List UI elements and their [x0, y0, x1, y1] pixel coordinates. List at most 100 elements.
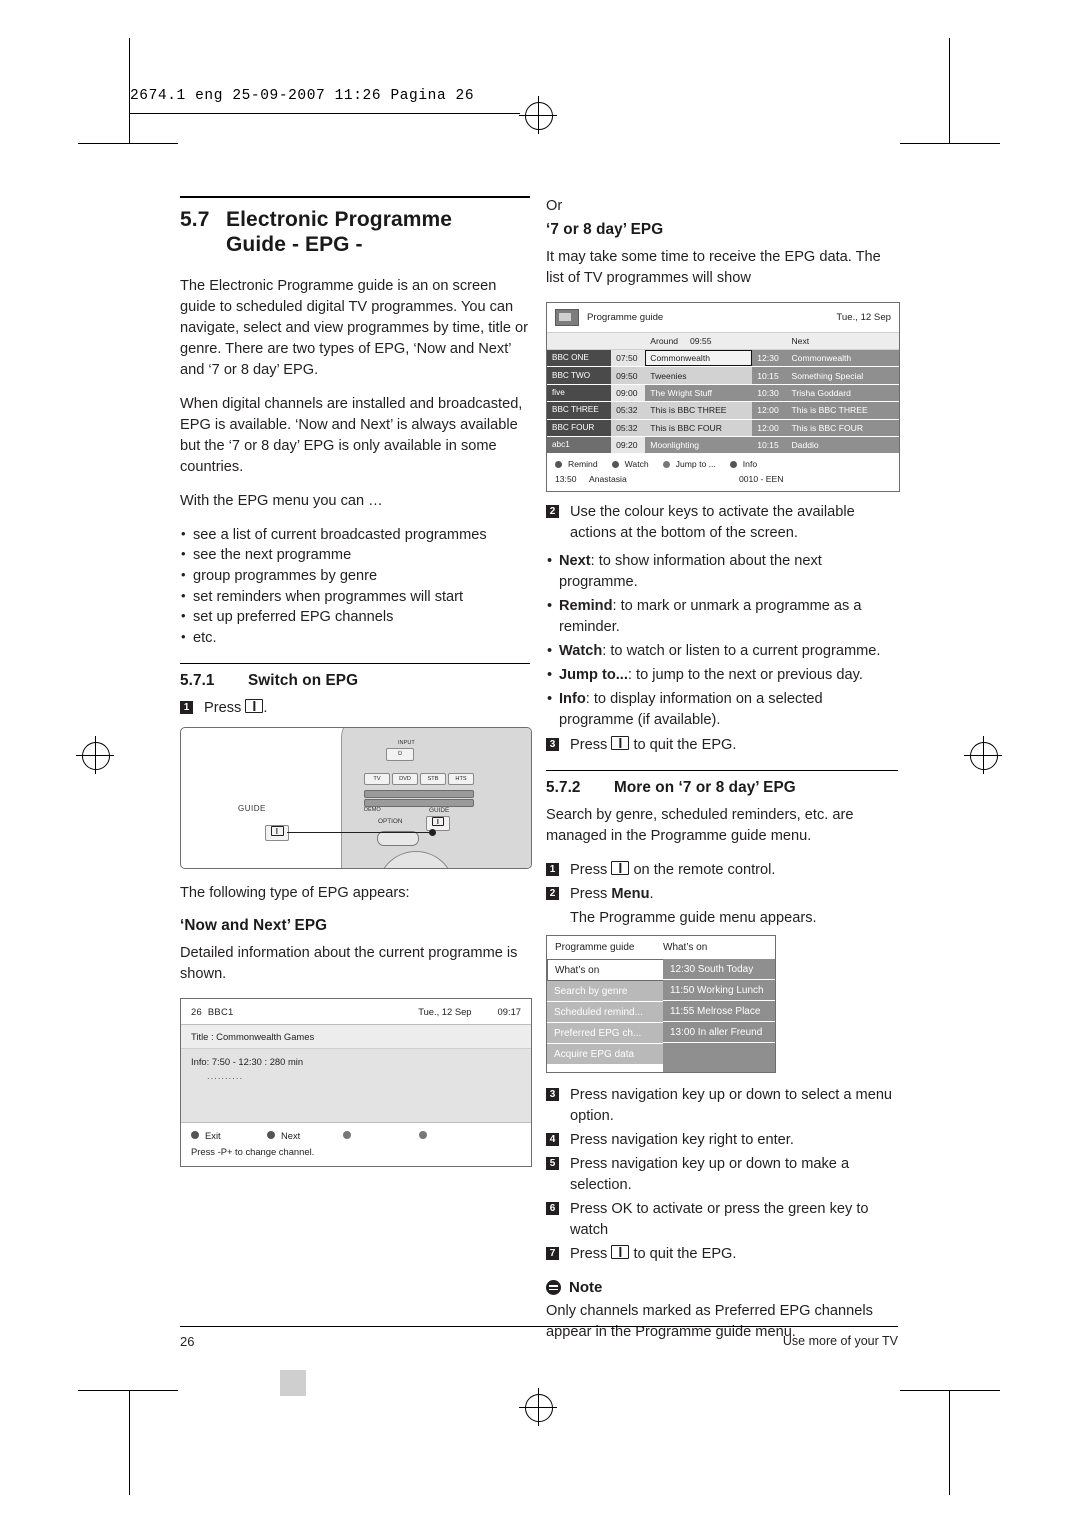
remote-toggle-pill: [377, 830, 419, 846]
colour-key-watch: Watch: to watch or listen to a current p…: [546, 641, 898, 662]
step-text: Use the colour keys to activate the avai…: [570, 504, 855, 542]
epg-key-info-label: Info: [742, 459, 758, 470]
epg-cell-next-name: This is BBC FOUR: [786, 419, 899, 436]
epg-cell-next-name: Commonwealth: [786, 350, 899, 367]
day-epg-paragraph: It may take some time to receive the EPG…: [546, 249, 881, 286]
epg-colhead-around-time: 09:55: [689, 336, 712, 346]
tv-now-channel-name: BBC1: [207, 1005, 234, 1017]
step-number: 1: [180, 700, 193, 714]
epg-cell-now-name: This is BBC FOUR: [645, 419, 753, 436]
table-row[interactable]: BBC TWO 09:50 Tweenies 10:15 Something S…: [547, 367, 899, 385]
table-row[interactable]: abc1 09:20 Moonlighting 10:15 Daddio: [547, 436, 899, 455]
epg-key-jump-to[interactable]: Jump to ...: [662, 459, 716, 470]
crop-mark-bottom-left-h: [78, 1390, 178, 1391]
intro-paragraph-1: The Electronic Programme guide is an on …: [180, 277, 528, 378]
crop-mark-bottom-left-v: [129, 1390, 130, 1495]
pg-menu-item-scheduled-reminders[interactable]: Scheduled remind...: [547, 1002, 663, 1024]
page-title: 5.7 Electronic Programme Guide - EPG -: [180, 208, 530, 258]
section-title-rule: [180, 196, 530, 198]
pg-menu-listing-1[interactable]: 12:30 South Today: [663, 959, 775, 981]
tv-now-title-line: Title : Commonwealth Games: [181, 1024, 531, 1049]
subsection-title-2: More on ‘7 or 8 day’ EPG: [614, 779, 796, 797]
programme-guide-menu: Programme guide What’s on What’s on Sear…: [546, 935, 776, 1074]
step-text-post: to quit the EPG.: [633, 1246, 737, 1263]
table-row[interactable]: five 09:00 The Wright Stuff 10:30 Trisha…: [547, 384, 899, 403]
list-item: etc.: [180, 628, 530, 649]
colour-key-info-text: : to display information on a selected p…: [559, 691, 823, 729]
callout-dot: [429, 828, 436, 836]
pg-menu-listing-2[interactable]: 11:50 Working Lunch: [663, 980, 775, 1002]
epg-key-info[interactable]: Info: [729, 459, 758, 470]
epg-footer: 13:50 Anastasia 0010 - EEN: [547, 472, 899, 491]
heading-7-or-8-day-epg: ‘7 or 8 day’ EPG: [546, 221, 664, 238]
step-text-post: .: [649, 886, 654, 903]
pg-menu-item-search-by-genre[interactable]: Search by genre: [547, 981, 663, 1003]
subsection-heading-switch-on-epg: 5.7.1 Switch on EPG: [180, 672, 530, 690]
page-number: 26: [180, 1334, 195, 1349]
epg-key-remind[interactable]: Remind: [555, 459, 598, 469]
registration-mark-bottom: [519, 1388, 557, 1426]
epg-cell-next-name: This is BBC THREE: [786, 402, 899, 419]
crop-mark-bottom-right-h: [900, 1390, 1000, 1391]
step-press-ok: 6 Press OK to activate or press the gree…: [546, 1199, 898, 1241]
epg-cell-now-name: Tweenies: [645, 367, 753, 384]
tv-now-info-dots: ..........: [207, 1069, 244, 1081]
epg-header: Programme guide Tue., 12 Sep: [547, 303, 899, 332]
pg-menu-item-acquire-epg-data[interactable]: Acquire EPG data: [547, 1044, 663, 1066]
table-row[interactable]: BBC THREE 05:32 This is BBC THREE 12:00 …: [547, 402, 899, 420]
remote-source-stb: STB: [420, 772, 446, 785]
step-text: Press OK to activate or press the green …: [570, 1201, 869, 1239]
list-item: see a list of current broadcasted progra…: [180, 525, 530, 546]
tv-now-date: Tue., 12 Sep: [418, 1005, 472, 1017]
colour-key-jump-to-text: : to jump to the next or previous day.: [627, 667, 863, 684]
epg-colhead-around: Around 09:55: [645, 333, 752, 349]
pg-menu-listing-3[interactable]: 11:55 Melrose Place: [663, 1001, 775, 1023]
crop-mark-bottom-right-v: [949, 1390, 950, 1495]
table-row[interactable]: BBC FOUR 05:32 This is BBC FOUR 12:00 Th…: [547, 419, 899, 437]
epg-key-watch[interactable]: Watch: [611, 459, 649, 469]
epg-cell-next-time: 10:15: [752, 436, 787, 454]
subsection-rule-2: [546, 770, 898, 772]
step-navigate-enter: 4 Press navigation key right to enter.: [546, 1130, 898, 1151]
epg-key-remind-label: Remind: [568, 459, 598, 470]
colour-key-watch-text: : to watch or listen to a current progra…: [602, 643, 881, 660]
colour-key-watch-name: Watch: [559, 643, 603, 660]
pg-menu-left-column: What’s on Search by genre Scheduled remi…: [547, 959, 663, 1072]
step-number: 4: [546, 1133, 559, 1147]
pg-menu-header-left: Programme guide: [555, 942, 635, 954]
epg-key-jump-to-label: Jump to ...: [675, 459, 716, 470]
pg-menu-listing-4[interactable]: 13:00 In aller Freund: [663, 1022, 775, 1044]
epg-cell-now-time: 05:32: [611, 419, 646, 436]
slug-rule: [130, 113, 520, 114]
colour-key-info-name: Info: [559, 691, 586, 708]
table-row[interactable]: BBC ONE 07:50 Commonwealth 12:30 Commonw…: [547, 350, 899, 368]
step-number: 1: [546, 863, 559, 877]
remote-source-hts: HTS: [448, 772, 474, 785]
step-number: 3: [546, 1088, 559, 1102]
epg-colhead-next-spacer: [752, 333, 786, 349]
document-page: 2674.1 eng 25-09-2007 11:26 Pagina 26 5.…: [0, 0, 1080, 1528]
pg-menu-item-preferred-epg-channels[interactable]: Preferred EPG ch...: [547, 1023, 663, 1045]
list-item: group programmes by genre: [180, 566, 530, 587]
tv-now-header: 26 BBC1 Tue., 12 Sep 09:17: [181, 999, 531, 1025]
epg-cell-now-name: Moonlighting: [645, 436, 753, 454]
epg-cell-channel: five: [547, 384, 612, 402]
heading-now-and-next: ‘Now and Next’ EPG: [180, 916, 328, 934]
pg-menu-item-whats-on[interactable]: What’s on: [547, 959, 663, 982]
remote-input-key: ⏻: [386, 747, 414, 761]
tv-now-key-next: Next: [267, 1130, 343, 1141]
epg-cell-channel: abc1: [547, 436, 612, 454]
epg-footer-time: 13:50: [555, 474, 577, 485]
step-quit-epg: 3 Press to quit the EPG.: [546, 735, 898, 756]
epg-header-date: Tue., 12 Sep: [836, 312, 891, 323]
guide-book-icon-3: [611, 861, 630, 876]
step-number: 3: [546, 738, 559, 752]
step-suffix: .: [263, 699, 268, 716]
guide-book-icon-2: [611, 736, 630, 751]
guide-book-icon-remote-right: [432, 816, 444, 826]
tv-now-key-next-label: Next: [281, 1129, 301, 1141]
crop-mark-top-right-v: [949, 38, 950, 143]
epg-cell-next-name: Something Special: [786, 367, 899, 384]
remote-demo-label: DEMO: [364, 806, 381, 813]
tv-now-footer: Exit Next Press -P+ to change channel.: [181, 1121, 531, 1166]
